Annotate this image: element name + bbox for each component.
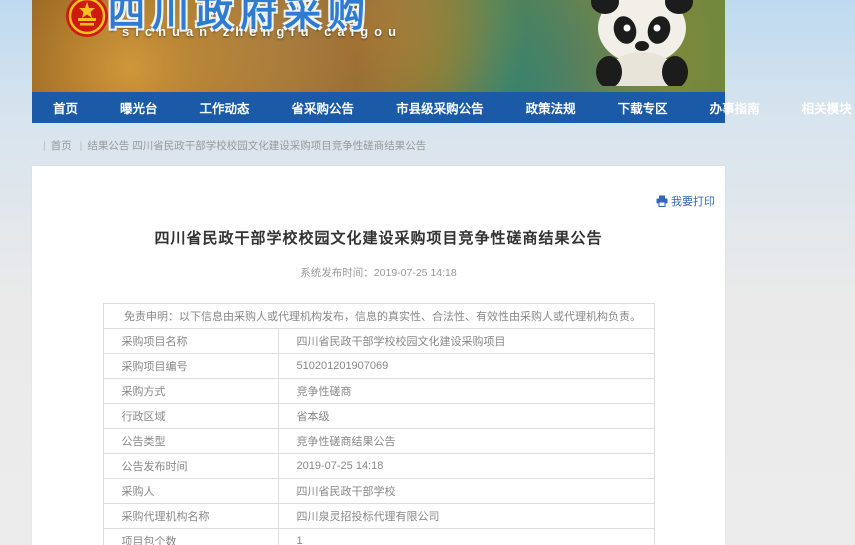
disclaimer-row: 免责申明：以下信息由采购人或代理机构发布，信息的真实性、合法性、有效性由采购人或… <box>103 304 654 329</box>
row-label: 公告发布时间 <box>103 454 278 479</box>
breadcrumb: | 首页 | 结果公告 四川省民政干部学校校园文化建设采购项目竞争性磋商结果公告 <box>32 123 725 166</box>
printer-icon <box>656 195 668 207</box>
row-label: 采购项目名称 <box>103 329 278 354</box>
table-row: 采购代理机构名称 四川泉灵招投标代理有限公司 <box>103 504 654 529</box>
breadcrumb-separator: | <box>80 140 83 152</box>
row-label: 项目包个数 <box>103 529 278 545</box>
row-label: 采购方式 <box>103 379 278 404</box>
nav-item-4[interactable]: 市县级采购公告 <box>375 98 505 117</box>
row-label: 采购代理机构名称 <box>103 504 278 529</box>
row-value: 竞争性磋商结果公告 <box>278 429 654 454</box>
row-label: 采购项目编号 <box>103 354 278 379</box>
nav-item-5[interactable]: 政策法规 <box>505 98 597 117</box>
site-subtitle: sichuan zhengfu caigou <box>122 24 402 39</box>
row-value: 竞争性磋商 <box>278 379 654 404</box>
row-value: 510201201907069 <box>278 354 654 379</box>
table-row: 采购项目名称 四川省民政干部学校校园文化建设采购项目 <box>103 329 654 354</box>
table-row: 采购项目编号 510201201907069 <box>103 354 654 379</box>
breadcrumb-current: 四川省民政干部学校校园文化建设采购项目竞争性磋商结果公告 <box>132 140 426 152</box>
nav-item-8[interactable]: 相关模块 <box>781 98 855 117</box>
table-row: 公告发布时间 2019-07-25 14:18 <box>103 454 654 479</box>
row-label: 行政区域 <box>103 404 278 429</box>
nav-item-7[interactable]: 办事指南 <box>689 98 781 117</box>
row-value: 四川省民政干部学校 <box>278 479 654 504</box>
print-row: 我要打印 <box>32 166 725 207</box>
article-panel: 我要打印 四川省民政干部学校校园文化建设采购项目竞争性磋商结果公告 系统发布时间… <box>32 166 725 545</box>
breadcrumb-separator: | <box>43 140 46 152</box>
table-row: 采购方式 竞争性磋商 <box>103 379 654 404</box>
row-value: 省本级 <box>278 404 654 429</box>
row-value: 2019-07-25 14:18 <box>278 454 654 479</box>
panda-image <box>587 0 697 86</box>
row-label: 公告类型 <box>103 429 278 454</box>
nav-bar: 首页曝光台工作动态省采购公告市县级采购公告政策法规下载专区办事指南相关模块 <box>32 92 725 123</box>
row-value: 四川泉灵招投标代理有限公司 <box>278 504 654 529</box>
disclaimer-text: 免责申明：以下信息由采购人或代理机构发布，信息的真实性、合法性、有效性由采购人或… <box>103 304 654 329</box>
nav-item-1[interactable]: 曝光台 <box>99 98 179 117</box>
info-table-body: 免责申明：以下信息由采购人或代理机构发布，信息的真实性、合法性、有效性由采购人或… <box>103 304 654 545</box>
breadcrumb-link-1[interactable]: 结果公告 <box>87 140 132 152</box>
row-value: 四川省民政干部学校校园文化建设采购项目 <box>278 329 654 354</box>
table-row: 公告类型 竞争性磋商结果公告 <box>103 429 654 454</box>
print-button[interactable]: 我要打印 <box>656 193 715 209</box>
national-emblem-icon <box>65 0 109 44</box>
print-label: 我要打印 <box>671 193 715 209</box>
article-title: 四川省民政干部学校校园文化建设采购项目竞争性磋商结果公告 <box>32 227 725 248</box>
table-row: 采购人 四川省民政干部学校 <box>103 479 654 504</box>
table-row: 行政区域 省本级 <box>103 404 654 429</box>
page-container: 四川政府采购 sichuan zhengfu caigou 首页曝光台工作动态省… <box>32 0 725 545</box>
row-value: 1 <box>278 529 654 545</box>
site-banner: 四川政府采购 sichuan zhengfu caigou <box>32 0 725 92</box>
info-table: 免责申明：以下信息由采购人或代理机构发布，信息的真实性、合法性、有效性由采购人或… <box>103 303 655 545</box>
publish-time: 系统发布时间：2019-07-25 14:18 <box>32 265 725 280</box>
breadcrumb-link-0[interactable]: 首页 <box>51 140 75 152</box>
nav-item-2[interactable]: 工作动态 <box>179 98 271 117</box>
nav-item-6[interactable]: 下载专区 <box>597 98 689 117</box>
row-label: 采购人 <box>103 479 278 504</box>
table-row: 项目包个数 1 <box>103 529 654 545</box>
nav-item-3[interactable]: 省采购公告 <box>271 98 376 117</box>
nav-item-0[interactable]: 首页 <box>32 98 99 117</box>
